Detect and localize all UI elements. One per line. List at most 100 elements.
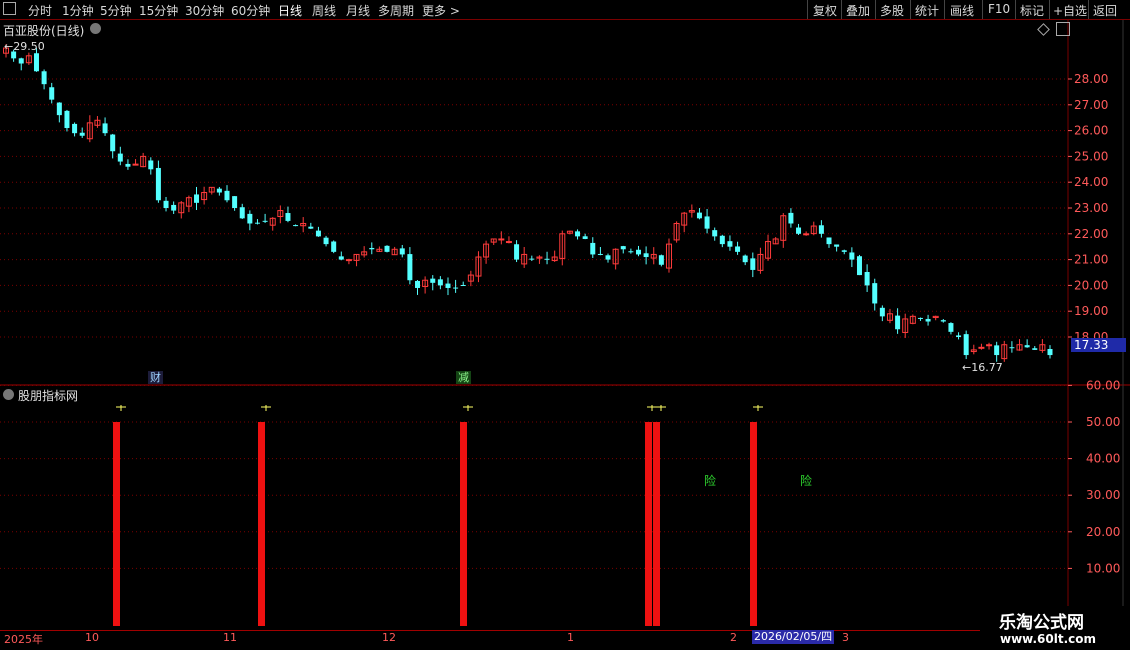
candle-body-down: [620, 246, 626, 250]
candle-body-down: [529, 258, 535, 260]
candle-body-up: [978, 346, 985, 349]
date-axis-label: 2: [730, 631, 737, 644]
candle-body-down: [742, 255, 748, 263]
candle-body-up: [498, 238, 505, 241]
price-tick-label: 21.00: [1074, 253, 1108, 267]
indicator-tick-label: 40.00: [1086, 452, 1120, 466]
candle-body-down: [64, 110, 70, 129]
candle-body-down: [735, 246, 741, 252]
candle-body-down: [384, 245, 390, 252]
candle-body-down: [994, 345, 1000, 356]
signal-bar: [258, 422, 265, 626]
candle-body-down: [415, 280, 421, 288]
candle-body-down: [110, 134, 116, 152]
panel-frames: [0, 20, 1130, 628]
date-axis-label: 11: [223, 631, 237, 644]
candle-body-up: [505, 241, 512, 244]
candle-body-down: [796, 227, 802, 234]
candle-body-down: [605, 255, 611, 260]
candle-body-down: [948, 323, 954, 332]
candle-body-down: [148, 160, 154, 170]
candle-body-down: [1047, 348, 1053, 356]
candle-body-down: [171, 204, 177, 211]
risk-warning-label: 险: [800, 474, 813, 488]
current-price-label: 17.33: [1071, 338, 1126, 352]
date-axis-label: 1: [567, 631, 574, 644]
candle-body-down: [79, 132, 85, 136]
price-tick-label: 20.00: [1074, 278, 1108, 292]
candle-body-down: [841, 250, 847, 252]
candle-body-down: [826, 237, 832, 245]
high-price-label: ←29.50: [4, 40, 45, 53]
candle-body-down: [437, 279, 443, 286]
candle-body-down: [232, 196, 238, 208]
signal-bar: [645, 422, 652, 626]
candle-body-down: [338, 256, 344, 260]
candle-body-down: [925, 318, 931, 322]
candle-body-down: [18, 58, 24, 64]
candle-body-down: [308, 226, 314, 229]
candle-body-down: [239, 207, 245, 219]
candle-body-down: [41, 71, 47, 85]
candle-body-down: [818, 225, 824, 234]
indicator-title: 股朋指标网: [18, 389, 79, 403]
candle-body-down: [834, 244, 840, 247]
date-axis-label: 12: [382, 631, 396, 644]
chevron-down-icon[interactable]: [90, 23, 101, 34]
date-axis-label: 3: [842, 631, 849, 644]
candle-body-down: [864, 271, 870, 286]
price-tick-label: 24.00: [1074, 175, 1108, 189]
candle-body-down: [1024, 345, 1030, 348]
finance-event-tag[interactable]: 财: [148, 371, 163, 384]
indicator-tick-label: 50.00: [1086, 415, 1120, 429]
watermark-name: 乐淘公式网: [999, 613, 1084, 633]
kline-chart[interactable]: ←29.50←16.77 28.0027.0026.0025.0024.0023…: [0, 0, 1130, 650]
price-tick-label: 27.00: [1074, 98, 1108, 112]
candle-body-down: [247, 213, 253, 224]
candle-body-down: [963, 334, 969, 356]
price-tick-label: 28.00: [1074, 72, 1108, 86]
candle-body-up: [803, 233, 810, 236]
candle-body-down: [33, 53, 39, 72]
candle-body-down: [445, 283, 451, 288]
candle-body-down: [575, 231, 581, 237]
candle-body-down: [917, 317, 923, 319]
candle-body-down: [582, 236, 588, 239]
candle-body-up: [986, 344, 993, 347]
candle-body-down: [399, 248, 405, 255]
candle-body-down: [956, 335, 962, 337]
candle-body-down: [369, 247, 375, 250]
candle-body-down: [56, 102, 62, 116]
indicator-tick-label: 30.00: [1086, 488, 1120, 502]
candle-body-down: [590, 242, 596, 255]
indicator-tick-label: 60.00: [1086, 378, 1120, 392]
price-tick-label: 25.00: [1074, 149, 1108, 163]
chevron-down-icon[interactable]: [3, 389, 14, 400]
candle-body-down: [262, 220, 268, 222]
candle-body-down: [407, 254, 413, 281]
date-cursor-label: 2026/02/05/四: [752, 630, 835, 644]
candle-body-down: [872, 283, 878, 304]
candle-body-down: [696, 212, 702, 219]
price-tick-label: 22.00: [1074, 227, 1108, 241]
reduction-event-tag[interactable]: 减: [456, 371, 471, 384]
candle-body-down: [430, 278, 436, 283]
candle-body-down: [285, 213, 291, 221]
date-axis-label: 2025年: [4, 633, 43, 646]
panel-layout-icon[interactable]: [1056, 22, 1070, 36]
indicator-series: [113, 405, 763, 626]
candle-body-down: [879, 307, 885, 317]
candle-body-down: [453, 287, 459, 289]
candle-body-down: [72, 123, 78, 134]
candle-body-down: [163, 200, 169, 208]
signal-bar: [460, 422, 467, 626]
candle-body-down: [895, 315, 901, 330]
low-price-label: ←16.77: [962, 361, 1003, 374]
candle-body-down: [1032, 348, 1038, 350]
candle-body-up: [345, 259, 352, 262]
candle-body-down: [49, 87, 55, 100]
candle-body-up: [132, 163, 139, 166]
candle-body-down: [224, 190, 230, 201]
candle-body-down: [704, 216, 710, 229]
candle-body-down: [331, 241, 337, 252]
